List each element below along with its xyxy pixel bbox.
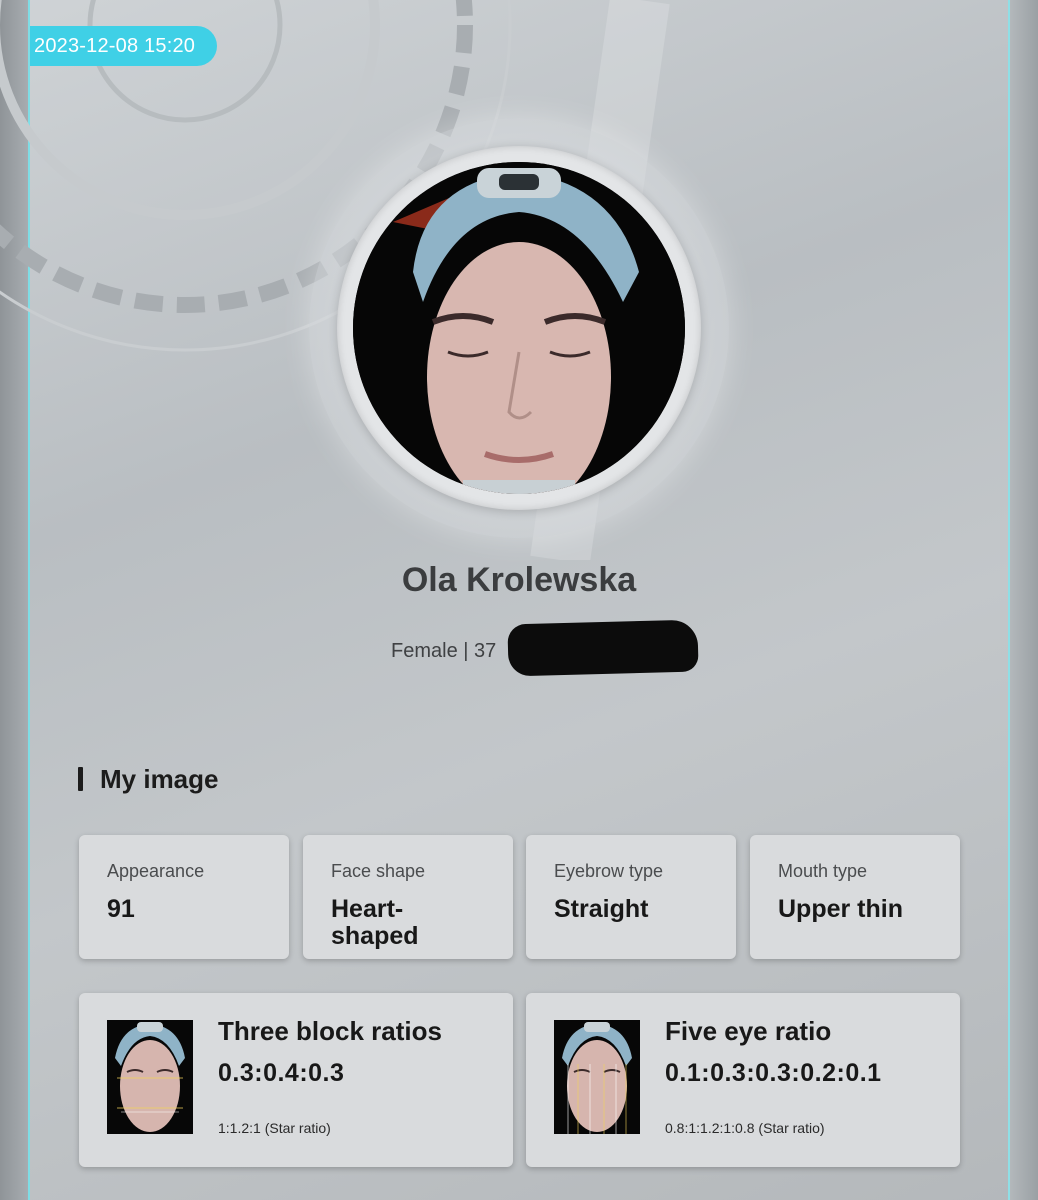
user-name: Ola Krolewska bbox=[401, 561, 637, 599]
five-eye-ratio-card: Five eye ratio 0.1:0.3:0.3:0.2:0.1 0.8:1… bbox=[526, 993, 960, 1167]
eyebrow-type-card: Eyebrow type Straight bbox=[526, 835, 736, 959]
ratio-title: Five eye ratio bbox=[665, 1016, 832, 1046]
card-label: Mouth type bbox=[778, 861, 868, 881]
card-value: Straight bbox=[554, 895, 649, 923]
left-frame bbox=[0, 0, 30, 1200]
right-frame bbox=[1008, 0, 1038, 1200]
face-thumbnail bbox=[554, 1020, 640, 1134]
card-label: Appearance bbox=[107, 861, 205, 881]
card-label: Eyebrow type bbox=[554, 861, 664, 881]
timestamp-badge: 2023-12-08 15:20 bbox=[30, 26, 218, 66]
face-photo bbox=[353, 162, 685, 494]
face-shape-card: Face shape Heart-shaped bbox=[303, 835, 513, 959]
user-gender-age: Female | 37 bbox=[391, 640, 497, 662]
section-title-my-image: My image bbox=[78, 764, 219, 795]
card-label: Face shape bbox=[331, 861, 426, 881]
three-block-ratio-card: Three block ratios 0.3:0.4:0.3 1:1.2:1 (… bbox=[79, 993, 513, 1167]
card-value: Heart-shaped bbox=[331, 895, 419, 950]
face-thumbnail bbox=[107, 1020, 193, 1134]
avatar bbox=[353, 162, 685, 494]
redaction-mark bbox=[507, 619, 699, 677]
card-value: 91 bbox=[107, 895, 135, 923]
card-value: Upper thin bbox=[778, 895, 903, 923]
ratio-value: 0.1:0.3:0.3:0.2:0.1 bbox=[665, 1059, 882, 1087]
ratio-value: 0.3:0.4:0.3 bbox=[218, 1059, 345, 1087]
ratio-title: Three block ratios bbox=[218, 1016, 442, 1046]
ratio-reference: 1:1.2:1 (Star ratio) bbox=[218, 1120, 331, 1136]
mouth-type-card: Mouth type Upper thin bbox=[750, 835, 960, 959]
appearance-card: Appearance 91 bbox=[79, 835, 289, 959]
ratio-reference: 0.8:1:1.2:1:0.8 (Star ratio) bbox=[665, 1120, 825, 1136]
